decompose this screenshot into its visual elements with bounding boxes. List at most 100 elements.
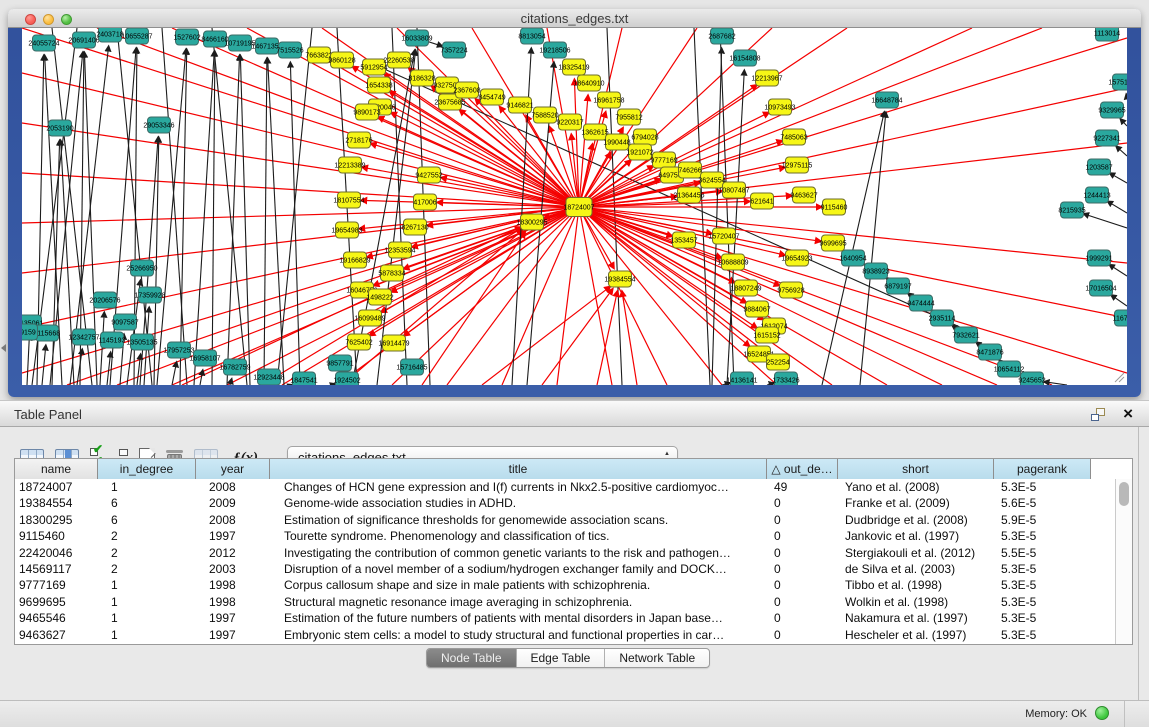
table-cell[interactable]: 2	[98, 528, 196, 544]
graph-node-1924502[interactable]: 1924502	[333, 372, 360, 385]
graph-node-1733426[interactable]: 1733426	[772, 372, 799, 385]
graph-node-20206576[interactable]: 20206576	[89, 292, 120, 308]
table-cell[interactable]: 5.6E-5	[994, 495, 1091, 511]
table-cell[interactable]: 5.9E-5	[994, 512, 1091, 528]
table-cell[interactable]: 1	[98, 627, 196, 643]
table-cell[interactable]: 22420046	[15, 545, 98, 561]
graph-node-2935114[interactable]: 2935114	[929, 310, 956, 326]
graph-node-22260538[interactable]: 22260538	[383, 52, 414, 68]
graph-node-12213967[interactable]: 12213967	[751, 70, 782, 86]
table-row[interactable]: 969969511998Structural magnetic resonanc…	[15, 594, 1115, 610]
graph-node-417006[interactable]: 417006	[413, 194, 436, 210]
graph-node-1203587[interactable]: 1203587	[1085, 159, 1112, 175]
graph-node-9699695[interactable]: 9699695	[819, 235, 846, 251]
graph-node-19654923[interactable]: 19654923	[781, 250, 812, 266]
column-header-name[interactable]: name	[15, 459, 98, 479]
graph-node-1113014[interactable]: 1113014	[1094, 28, 1120, 41]
graph-node-7357224[interactable]: 7357224	[440, 42, 467, 58]
graph-node-9329965[interactable]: 9329965	[1098, 102, 1125, 118]
table-cell[interactable]: 9463627	[15, 627, 98, 643]
column-header-pagerank[interactable]: pagerank	[994, 459, 1091, 479]
table-cell[interactable]: 14569117	[15, 561, 98, 577]
graph-node-9227341[interactable]: 9227341	[1093, 130, 1120, 146]
graph-node-8471876[interactable]: 8471876	[976, 344, 1003, 360]
graph-node-7588520[interactable]: 7588520	[531, 107, 558, 123]
table-cell[interactable]: de Silva et al. (2003)	[838, 561, 994, 577]
table-cell[interactable]: 5.3E-5	[994, 561, 1091, 577]
tab-network-table[interactable]: Network Table	[605, 649, 709, 667]
graph-node-9777169[interactable]: 9777169	[650, 152, 677, 168]
table-cell[interactable]: Tibbo et al. (1998)	[838, 577, 994, 593]
table-cell[interactable]: 2	[98, 545, 196, 561]
table-cell[interactable]: 1	[98, 594, 196, 610]
table-cell[interactable]: Investigating the contribution of common…	[270, 545, 767, 561]
table-cell[interactable]: Yano et al. (2008)	[838, 479, 994, 495]
graph-node-252254[interactable]: 252254	[766, 354, 789, 370]
graph-node-19384554[interactable]: 19384554	[604, 271, 635, 287]
column-header-short[interactable]: short	[838, 459, 994, 479]
graph-node-12923448[interactable]: 12923448	[253, 369, 284, 385]
table-row[interactable]: 1830029562008Estimation of significance …	[15, 512, 1115, 528]
tab-node-table[interactable]: Node Table	[427, 649, 517, 667]
graph-node-7932621[interactable]: 7932621	[952, 327, 979, 343]
graph-node-16914479[interactable]: 16914479	[378, 335, 409, 351]
table-cell[interactable]: 0	[767, 528, 838, 544]
graph-node-9860128[interactable]: 9860128	[328, 52, 355, 68]
graph-node-1244413[interactable]: 1244413	[1083, 187, 1110, 203]
table-cell[interactable]: 1997	[196, 627, 270, 643]
table-cell[interactable]: 1997	[196, 610, 270, 626]
graph-node-1353457[interactable]: 1353457	[670, 232, 697, 248]
splitter-collapse-arrow-icon[interactable]	[1, 344, 6, 352]
graph-node-9884067[interactable]: 9884067	[743, 301, 770, 317]
graph-node-5878334[interactable]: 5878334	[378, 265, 405, 281]
table-cell[interactable]: Corpus callosum shape and size in male p…	[270, 577, 767, 593]
graph-node-1847541[interactable]: 1847541	[290, 372, 317, 385]
table-cell[interactable]: Embryonic stem cells: a model to study s…	[270, 627, 767, 643]
table-cell[interactable]: 2008	[196, 512, 270, 528]
table-row[interactable]: 1872400712008Changes of HCN gene express…	[15, 479, 1115, 495]
graph-node-1999291[interactable]: 1999291	[1085, 250, 1112, 266]
table-cell[interactable]: Hescheler et al. (1997)	[838, 627, 994, 643]
graph-node-24055724[interactable]: 24055724	[28, 35, 59, 51]
table-cell[interactable]: 5.3E-5	[994, 610, 1091, 626]
graph-node-8454749[interactable]: 8454749	[478, 89, 505, 105]
graph-node-15720407[interactable]: 15720407	[708, 228, 739, 244]
table-row[interactable]: 946362711997Embryonic stem cells: a mode…	[15, 627, 1115, 643]
column-header-in_degree[interactable]: in_degree	[98, 459, 196, 479]
table-cell[interactable]: Franke et al. (2009)	[838, 495, 994, 511]
graph-node-6879197[interactable]: 6879197	[884, 278, 911, 294]
graph-node-10655287[interactable]: 10655287	[121, 28, 152, 44]
tab-edge-table[interactable]: Edge Table	[517, 649, 606, 667]
table-cell[interactable]: 5.5E-5	[994, 545, 1091, 561]
graph-node-21364456[interactable]: 21364456	[673, 187, 704, 203]
graph-node-18640910[interactable]: 18640910	[573, 75, 604, 91]
graph-node-19166829[interactable]: 19166829	[339, 252, 370, 268]
graph-node-2403718[interactable]: 2403718	[96, 28, 123, 42]
table-cell[interactable]: 5.3E-5	[994, 594, 1091, 610]
graph-node-12342757[interactable]: 12342757	[68, 329, 99, 345]
graph-node-8215935[interactable]: 8215935	[1058, 202, 1085, 218]
graph-node-19218506[interactable]: 19218506	[539, 42, 570, 58]
table-cell[interactable]: Changes of HCN gene expression and I(f) …	[270, 479, 767, 495]
table-cell[interactable]: 0	[767, 610, 838, 626]
table-scrollbar[interactable]	[1115, 479, 1132, 644]
table-cell[interactable]: 1997	[196, 528, 270, 544]
graph-node-6794028[interactable]: 6794028	[631, 129, 658, 145]
table-cell[interactable]: 9699695	[15, 594, 98, 610]
graph-node-8267130[interactable]: 8267130	[401, 219, 428, 235]
float-panel-icon[interactable]	[1091, 408, 1105, 421]
table-cell[interactable]: 9465546	[15, 610, 98, 626]
graph-node-17016504[interactable]: 17016504	[1085, 280, 1116, 296]
table-cell[interactable]: 18724007	[15, 479, 98, 495]
table-cell[interactable]: 0	[767, 545, 838, 561]
graph-node-12213389[interactable]: 12213389	[334, 157, 365, 173]
column-header-out_de[interactable]: △ out_de…	[767, 459, 838, 479]
graph-node-18107554[interactable]: 18107554	[333, 192, 364, 208]
table-cell[interactable]: Wolkin et al. (1998)	[838, 594, 994, 610]
graph-node-18300295[interactable]: 18300295	[516, 214, 547, 230]
graph-node-746266[interactable]: 746266	[678, 162, 701, 178]
table-cell[interactable]: 5.3E-5	[994, 479, 1091, 495]
close-panel-icon[interactable]: ×	[1123, 403, 1133, 425]
graph-node-9146821[interactable]: 9146821	[506, 97, 533, 113]
graph-node-16099489[interactable]: 16099489	[354, 310, 385, 326]
